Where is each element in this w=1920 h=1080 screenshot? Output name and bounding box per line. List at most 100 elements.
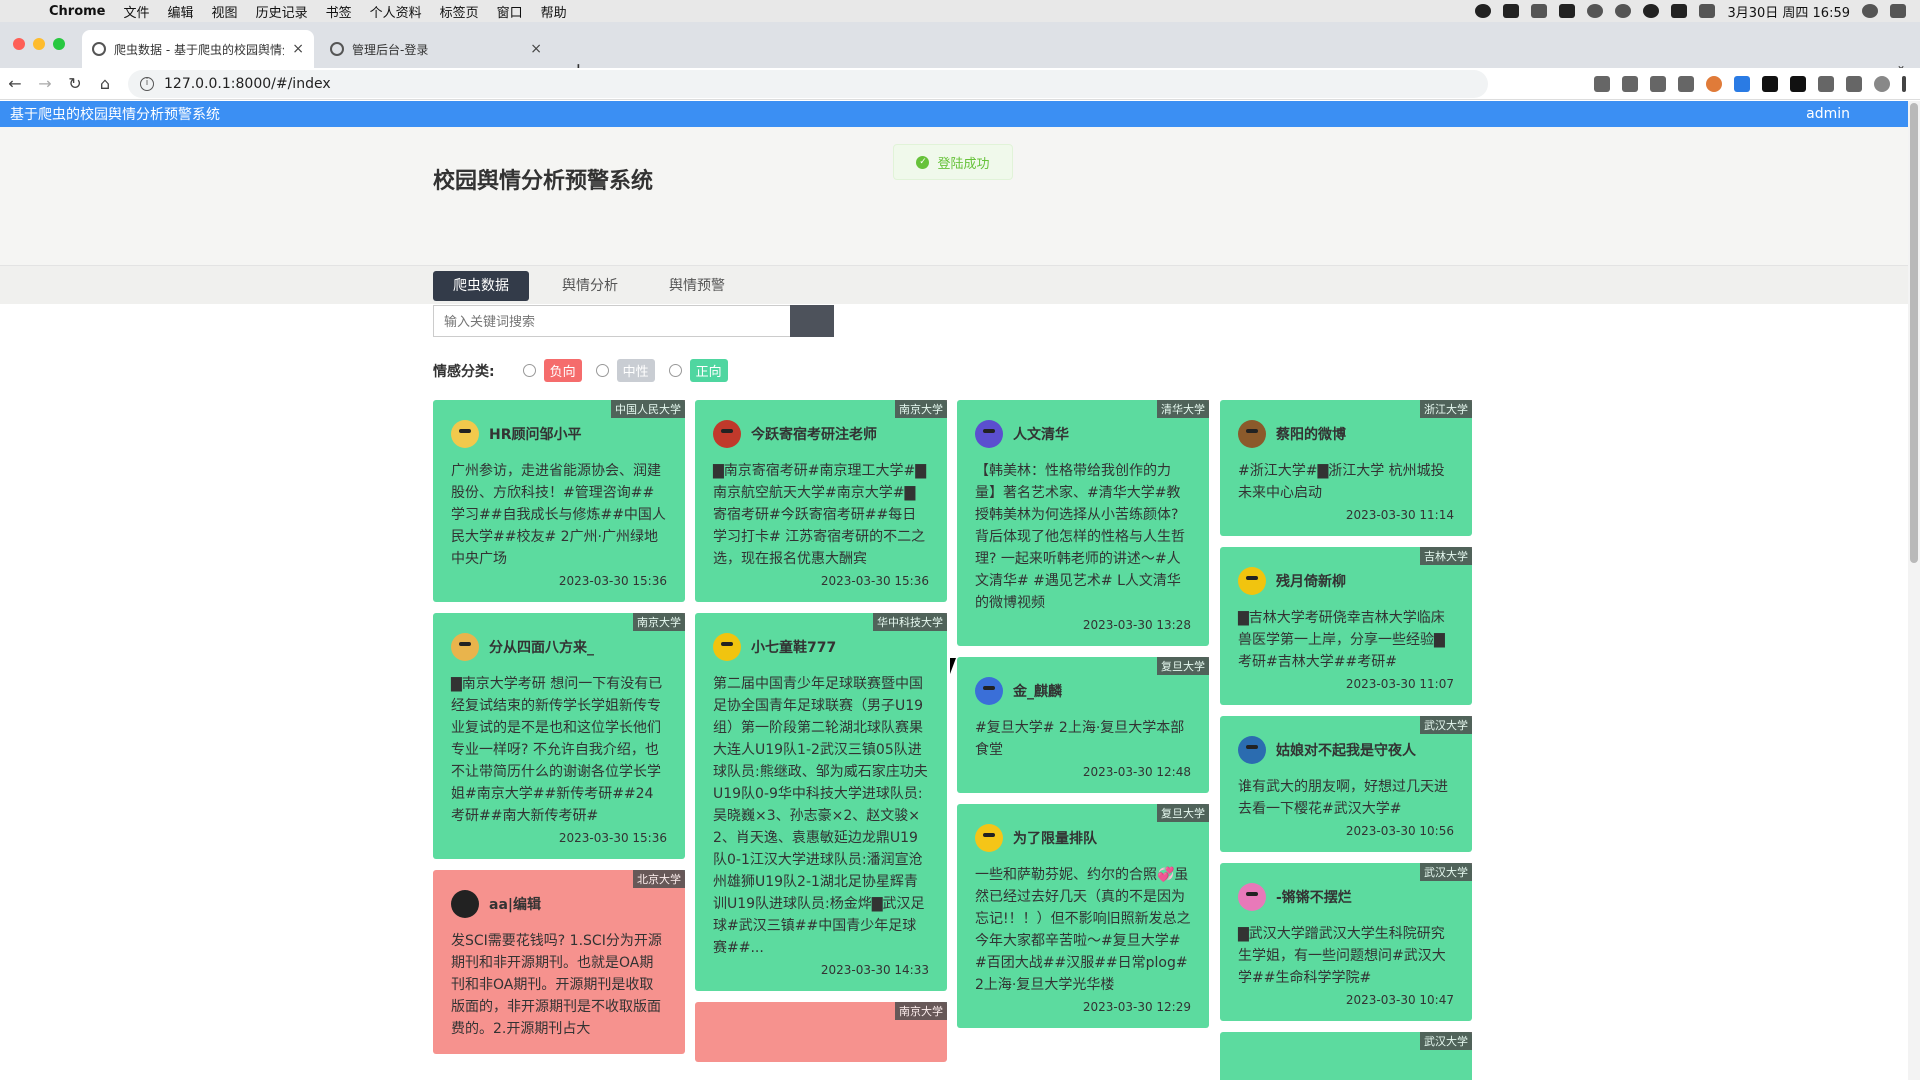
post-text: ▇吉林大学考研侥幸吉林大学临床兽医学第一上岸，分享一些经验▇考研#吉林大学##考… bbox=[1238, 610, 1445, 670]
address-bar[interactable]: i 127.0.0.1:8000/#/index bbox=[128, 69, 1488, 98]
post-card[interactable]: 复旦大学 金_麒麟 #复旦大学# 2上海·复旦大学本部食堂 2023-03-30 12… bbox=[957, 657, 1209, 793]
close-tab-icon[interactable]: × bbox=[530, 41, 542, 57]
post-time: 2023-03-30 11:07 bbox=[1345, 677, 1454, 691]
school-badge: 复旦大学 bbox=[1157, 657, 1209, 675]
user-name[interactable]: admin bbox=[1806, 106, 1850, 122]
tab-crawler-data[interactable]: 爬虫数据 bbox=[433, 271, 529, 301]
star-icon[interactable] bbox=[1678, 75, 1694, 92]
post-text: 第二届中国青少年足球联赛暨中国足协全国青年足球联赛（男子U19组）第一阶段第二轮… bbox=[713, 676, 928, 956]
author-name[interactable]: 姑娘对不起我是守夜人 bbox=[1276, 740, 1416, 760]
menu-file[interactable]: 文件 bbox=[115, 2, 159, 21]
school-badge: 南京大学 bbox=[633, 613, 685, 631]
tab-sentiment-analysis[interactable]: 舆情分析 bbox=[542, 271, 638, 301]
post-card[interactable]: 中国人民大学 HR顾问邹小平 广州参访，走进省能源协会、润建股份、方欣科技！#管理咨… bbox=[433, 400, 685, 602]
app-status-icon[interactable] bbox=[1503, 4, 1520, 18]
post-card[interactable]: 武汉大学 -锵锵不摆烂 ▇武汉大学蹭武汉大学生科院研究生学姐，有一些问题想问#武汉大… bbox=[1220, 863, 1472, 1021]
spotlight-icon[interactable] bbox=[1862, 4, 1878, 18]
extension-icon[interactable] bbox=[1762, 75, 1778, 92]
nav-tabs: 爬虫数据 舆情分析 舆情预警 bbox=[0, 265, 1920, 304]
tag-neutral[interactable]: 中性 bbox=[616, 359, 655, 382]
menu-view[interactable]: 视图 bbox=[203, 2, 247, 21]
window-minimize-icon[interactable] bbox=[33, 38, 45, 50]
mountain-icon[interactable] bbox=[1559, 4, 1576, 18]
kebab-menu-icon[interactable] bbox=[1902, 75, 1906, 92]
radio-neutral[interactable] bbox=[595, 364, 609, 377]
search-button[interactable] bbox=[790, 305, 834, 337]
extension-icon[interactable] bbox=[1790, 75, 1806, 92]
menu-help[interactable]: 帮助 bbox=[532, 2, 576, 21]
radio-positive[interactable] bbox=[668, 364, 682, 377]
author-name[interactable]: HR顾问邹小平 bbox=[489, 424, 582, 444]
translate-icon[interactable] bbox=[1622, 75, 1638, 92]
sidepanel-icon[interactable] bbox=[1846, 75, 1862, 92]
window-close-icon[interactable] bbox=[13, 38, 25, 50]
post-card[interactable]: 南京大学 分从四面八方来_ ▇南京大学考研 想问一下有没有已经复试结束的新传学长学姐… bbox=[433, 613, 685, 859]
post-card[interactable]: 武汉大学 bbox=[1220, 1032, 1472, 1080]
author-name[interactable]: -锵锵不摆烂 bbox=[1276, 887, 1352, 907]
menu-history[interactable]: 历史记录 bbox=[247, 2, 317, 21]
author-name[interactable]: 为了限量排队 bbox=[1013, 828, 1097, 848]
extension-icon[interactable] bbox=[1706, 75, 1722, 92]
site-info-icon[interactable]: i bbox=[140, 76, 154, 91]
globe-icon bbox=[92, 42, 106, 56]
tag-negative[interactable]: 负向 bbox=[543, 359, 582, 382]
input-method-icon[interactable] bbox=[1671, 4, 1688, 18]
menu-app-name[interactable]: Chrome bbox=[40, 4, 115, 19]
radio-negative[interactable] bbox=[522, 364, 536, 377]
menu-edit[interactable]: 编辑 bbox=[159, 2, 203, 21]
chat-icon[interactable] bbox=[1615, 4, 1632, 18]
share-icon[interactable] bbox=[1650, 75, 1666, 92]
post-card[interactable]: 南京大学 今跃寄宿考研注老师 ▇南京寄宿考研#南京理工大学#▇南京航空航天大学#南京… bbox=[695, 400, 947, 602]
close-tab-icon[interactable]: × bbox=[292, 41, 304, 57]
post-card[interactable]: 华中科技大学 小七童鞋777 第二届中国青少年足球联赛暨中国足协全国青年足球联赛（男… bbox=[695, 613, 947, 991]
tab-sentiment-alert[interactable]: 舆情预警 bbox=[649, 271, 745, 301]
school-badge: 浙江大学 bbox=[1420, 400, 1472, 418]
menu-tabs[interactable]: 标签页 bbox=[431, 2, 488, 21]
author-name[interactable]: 小七童鞋777 bbox=[751, 637, 836, 657]
menu-bookmarks[interactable]: 书签 bbox=[317, 2, 361, 21]
tab-admin-login[interactable]: 管理后台-登录 × bbox=[320, 30, 552, 68]
author-name[interactable]: 人文清华 bbox=[1013, 424, 1069, 444]
author-name[interactable]: 残月倚新柳 bbox=[1276, 571, 1346, 591]
school-badge: 武汉大学 bbox=[1420, 716, 1472, 734]
menu-profile[interactable]: 个人资料 bbox=[361, 2, 431, 21]
author-name[interactable]: 蔡阳的微博 bbox=[1276, 424, 1346, 444]
profile-avatar-icon[interactable] bbox=[1874, 75, 1890, 92]
key-icon[interactable] bbox=[1594, 75, 1610, 92]
puzzle-icon[interactable] bbox=[1818, 75, 1834, 92]
school-badge: 南京大学 bbox=[895, 400, 947, 418]
reload-icon[interactable]: ↻ bbox=[60, 74, 90, 93]
author-name[interactable]: 金_麒麟 bbox=[1013, 681, 1062, 701]
control-center-icon[interactable] bbox=[1890, 4, 1906, 18]
window-zoom-icon[interactable] bbox=[53, 38, 65, 50]
post-card[interactable]: 吉林大学 残月倚新柳 ▇吉林大学考研侥幸吉林大学临床兽医学第一上岸，分享一些经验▇考… bbox=[1220, 547, 1472, 705]
search-input[interactable] bbox=[433, 305, 790, 337]
post-card[interactable]: 清华大学 人文清华 【韩美林：性格带给我创作的力量】著名艺术家、#清华大学#教授韩美… bbox=[957, 400, 1209, 646]
url-text[interactable]: 127.0.0.1:8000/#/index bbox=[164, 76, 331, 92]
wechat-icon[interactable] bbox=[1643, 4, 1660, 18]
home-icon[interactable]: ⌂ bbox=[90, 74, 120, 93]
post-card[interactable]: 复旦大学 为了限量排队 一些和萨勒芬妮、约尔的合照💞虽然已经过去好几天（真的不是因为… bbox=[957, 804, 1209, 1028]
signal-icon[interactable] bbox=[1531, 4, 1548, 18]
page-scrollbar[interactable] bbox=[1908, 101, 1920, 1080]
tab-crawler-data[interactable]: 爬虫数据 - 基于爬虫的校园舆情分析 × bbox=[82, 30, 314, 68]
tag-positive[interactable]: 正向 bbox=[689, 359, 728, 382]
author-name[interactable]: aa|编辑 bbox=[489, 894, 541, 914]
avatar bbox=[1238, 420, 1266, 448]
forward-icon[interactable]: → bbox=[30, 74, 60, 93]
volume-icon[interactable] bbox=[1699, 4, 1716, 18]
post-card[interactable]: 浙江大学 蔡阳的微博 #浙江大学#▇浙江大学 杭州城投未来中心启动 2023-03-3… bbox=[1220, 400, 1472, 536]
menu-window[interactable]: 窗口 bbox=[488, 2, 532, 21]
back-icon[interactable]: ← bbox=[0, 74, 30, 93]
post-card[interactable]: 武汉大学 姑娘对不起我是守夜人 谁有武大的朋友啊，好想过几天进去看一下樱花#武汉大学… bbox=[1220, 716, 1472, 852]
record-icon[interactable] bbox=[1475, 4, 1492, 18]
author-name[interactable]: 今跃寄宿考研注老师 bbox=[751, 424, 877, 444]
game-icon[interactable] bbox=[1587, 4, 1604, 18]
scrollbar-thumb[interactable] bbox=[1910, 103, 1918, 563]
author-name[interactable]: 分从四面八方来_ bbox=[489, 637, 594, 657]
extension-icon[interactable] bbox=[1734, 75, 1750, 92]
post-time: 2023-03-30 10:56 bbox=[1345, 824, 1454, 838]
post-card[interactable]: 南京大学 bbox=[695, 1002, 947, 1062]
post-card[interactable]: 北京大学 aa|编辑 发SCI需要花钱吗? 1.SCI分为开源期刊和非开源期刊。也就… bbox=[433, 870, 685, 1054]
menubar-clock[interactable]: 3月30日 周四 16:59 bbox=[1727, 2, 1850, 21]
